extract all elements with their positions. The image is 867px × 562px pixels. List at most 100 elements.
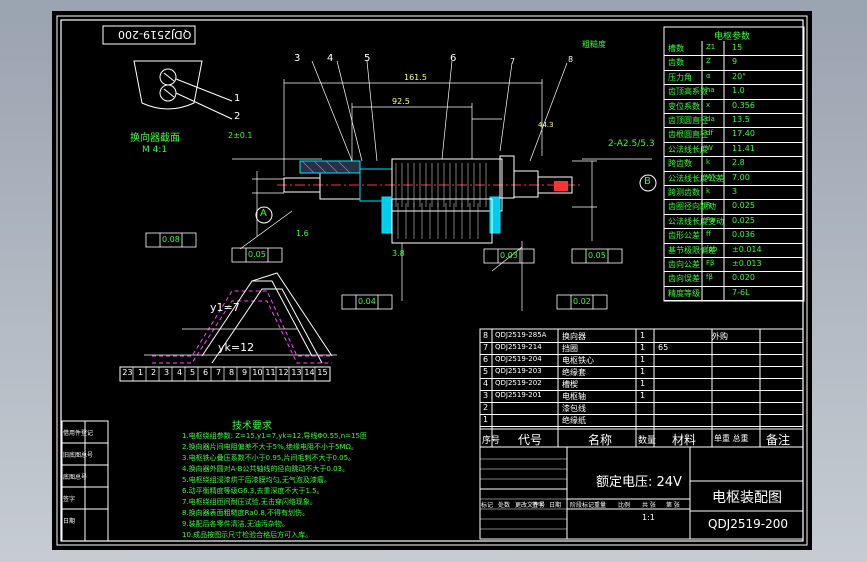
balloon-7: 7 xyxy=(510,57,516,66)
bom-no: 2 xyxy=(483,403,489,412)
bom-qty: 1 xyxy=(640,379,646,388)
winding-slot-12: 12 xyxy=(278,368,289,377)
param-label: 齿向误差 xyxy=(668,274,700,284)
param-row-line xyxy=(664,271,804,273)
stage-label: 共 张 xyxy=(642,502,656,509)
winding-slot-5: 5 xyxy=(189,368,196,377)
param-row-line xyxy=(664,257,804,258)
bom-mat: 65 xyxy=(658,343,669,352)
balloon-6: 6 xyxy=(450,53,457,64)
param-label: 齿顶高系数 xyxy=(668,87,708,97)
param-row-line xyxy=(664,300,804,302)
param-symbol: k xyxy=(706,187,711,195)
datum-b: B xyxy=(644,176,651,187)
bom-code: QDJ2519-203 xyxy=(495,367,542,375)
param-symbol: fβ xyxy=(706,273,713,282)
drawing-number-box: QDJ2519-200 xyxy=(118,28,192,41)
param-symbol: df xyxy=(706,129,713,138)
param-label: 精度等级 xyxy=(668,288,700,298)
param-row-line xyxy=(664,127,804,129)
winding-y1: y1=7 xyxy=(210,301,240,314)
param-value: 0.020 xyxy=(732,273,755,283)
param-value: ±0.014 xyxy=(732,244,762,254)
tech-title: 技术要求 xyxy=(232,421,272,432)
param-symbol: Fβ xyxy=(706,259,715,267)
balloon-3: 3 xyxy=(294,53,301,64)
tech-req-line: 2.换向器片间电阻偏差不大于5%,绝缘电阻不小于5MΩ。 xyxy=(182,443,358,451)
param-label: 公法线长度 xyxy=(668,144,708,154)
winding-slot-8: 8 xyxy=(228,368,235,377)
param-row-line xyxy=(664,285,804,287)
param-value: 0.356 xyxy=(732,100,755,110)
stage-label: 第 张 xyxy=(666,502,680,509)
param-symbol: Z1 xyxy=(706,43,716,51)
left-strip-label: 日期 xyxy=(63,518,76,525)
winding-slot-0: 23 xyxy=(122,368,133,377)
dim-tol1: 2±0.1 xyxy=(228,131,253,140)
bom-note: 外购 xyxy=(712,332,728,341)
left-strip-label: 借用件登记 xyxy=(63,430,94,437)
section-label: 换向器截面 xyxy=(130,133,180,144)
bom-no: 3 xyxy=(483,391,489,400)
param-symbol: Z xyxy=(706,57,711,66)
param-row-line xyxy=(664,113,804,114)
params-title: 电枢参数 xyxy=(714,32,751,42)
dim-core: 92.5 xyxy=(392,97,410,106)
bom-code: QDJ2519-202 xyxy=(495,379,542,387)
param-row-line xyxy=(664,84,804,86)
bom-header-mat: 材料 xyxy=(672,433,697,447)
winding-slot-6: 6 xyxy=(202,368,209,377)
winding-slot-9: 9 xyxy=(241,368,248,377)
bom-qty: 1 xyxy=(640,355,646,364)
param-value: 1.0 xyxy=(732,86,745,96)
param-value: 20° xyxy=(732,71,747,81)
bom-name: 电枢轴 xyxy=(562,392,586,401)
param-symbol: Wk xyxy=(706,172,717,181)
balloon-4: 4 xyxy=(327,53,334,64)
winding-slot-10: 10 xyxy=(252,368,263,377)
winding-slot-3: 3 xyxy=(163,368,170,377)
tech-req-line: 6.动平衡精度等级G6.3,去重深度不大于1.5。 xyxy=(182,487,324,495)
rated-voltage: 额定电压: 24V xyxy=(596,475,682,490)
bom-code: QDJ2519-214 xyxy=(495,343,542,351)
stage-label: 阶段标记 xyxy=(570,502,595,509)
param-value: 3 xyxy=(732,187,738,196)
balloon-5: 5 xyxy=(364,53,371,64)
datum-a: A xyxy=(260,208,267,219)
bom-name: 电枢铁心 xyxy=(562,356,594,365)
param-symbol: k xyxy=(706,158,711,167)
balloon-1: 1 xyxy=(234,93,241,104)
bom-header-note: 备注 xyxy=(766,433,791,447)
winding-slot-2: 2 xyxy=(150,368,157,377)
left-strip-label: 底图总号 xyxy=(63,474,88,481)
param-symbol: ff xyxy=(706,230,711,239)
stage-label: 重量 xyxy=(594,502,607,509)
param-symbol: α xyxy=(706,71,711,80)
dim-thread: 2-A2.5/5.3 xyxy=(608,139,655,149)
bom-no: 4 xyxy=(483,379,489,388)
bom-qty: 1 xyxy=(640,367,646,376)
drawing-title: 电枢装配图 xyxy=(712,490,782,506)
drawing-scale: 1:1 xyxy=(642,513,655,522)
param-label: 齿数 xyxy=(668,58,684,68)
tech-req-line: 4.换向器外圆对A-B公共轴线的径向跳动不大于0.03。 xyxy=(182,465,349,473)
winding-slot-11: 11 xyxy=(265,368,276,377)
tech-req-line: 3.电枢铁心叠压系数不小于0.95,片间毛刺不大于0.05。 xyxy=(182,454,356,462)
fcf-value-6: 0.03 xyxy=(500,251,518,260)
bom-name: 挡圈 xyxy=(562,344,578,353)
drawing-number: QDJ2519-200 xyxy=(708,517,788,531)
revision-label: 标记 xyxy=(481,502,494,509)
balloon-8: 8 xyxy=(568,55,574,64)
revision-label: 日期 xyxy=(549,502,562,509)
param-value: 0.036 xyxy=(732,230,755,240)
param-symbol: ha xyxy=(706,86,715,95)
param-row-line xyxy=(664,69,804,71)
balloon-2: 2 xyxy=(234,111,241,122)
param-symbol: Fw xyxy=(706,215,716,224)
param-row-line xyxy=(664,98,804,100)
bom-name: 换向器 xyxy=(562,332,586,341)
fcf-value-4: 0.02 xyxy=(573,297,591,306)
drawing-sheet: QDJ2519-200 换向器截面 M 4:1 1 2 3 4 5 6 7 8 … xyxy=(52,11,812,550)
winding-slot-13: 13 xyxy=(291,368,302,377)
bom-no: 6 xyxy=(483,355,489,364)
